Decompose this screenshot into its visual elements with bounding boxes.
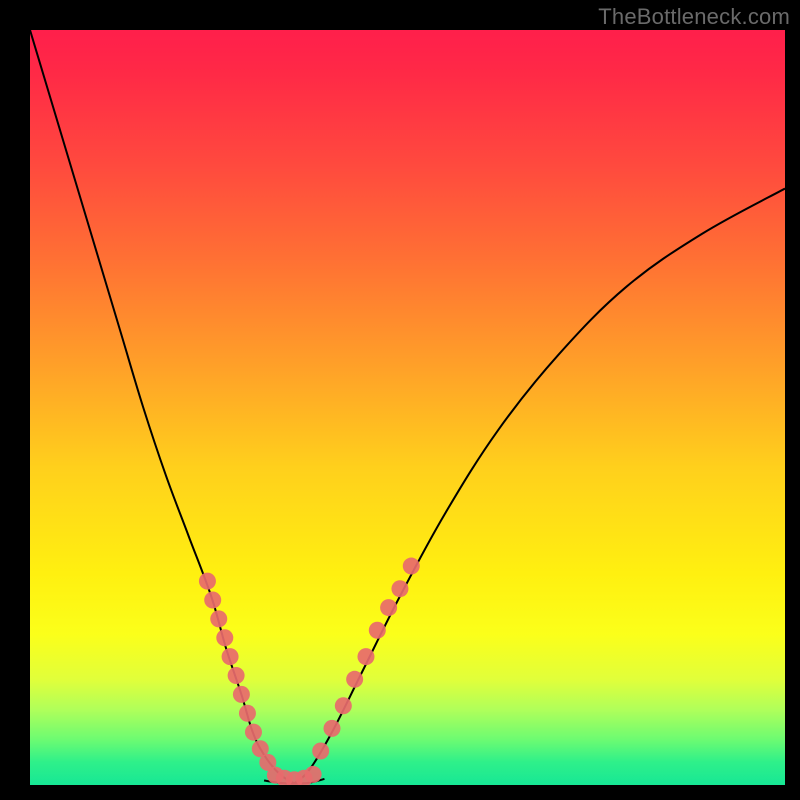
data-dot-left xyxy=(228,667,245,684)
curve-layer xyxy=(30,30,785,785)
data-dot-left xyxy=(239,705,256,722)
data-dot-left xyxy=(210,610,227,627)
data-dot-left xyxy=(222,648,239,665)
data-dot-right xyxy=(324,720,341,737)
bottleneck-curve-left-curve xyxy=(30,30,294,783)
watermark-text: TheBottleneck.com xyxy=(598,4,790,30)
data-dot-right xyxy=(357,648,374,665)
chart-frame: TheBottleneck.com xyxy=(0,0,800,800)
plot-area xyxy=(30,30,785,785)
data-dot-left xyxy=(245,724,262,741)
data-dot-right xyxy=(369,622,386,639)
data-dot-right xyxy=(346,671,363,688)
data-dot-right xyxy=(312,743,329,760)
data-dot-left xyxy=(199,573,216,590)
bottleneck-curve-right-curve xyxy=(294,189,785,784)
data-dot-right xyxy=(335,697,352,714)
data-dot-right xyxy=(380,599,397,616)
data-dot-left xyxy=(204,592,221,609)
data-dot-left xyxy=(216,629,233,646)
data-dot-right xyxy=(403,558,420,575)
data-dot-right xyxy=(391,580,408,597)
data-dot-left xyxy=(233,686,250,703)
data-dot-valley xyxy=(305,766,322,783)
